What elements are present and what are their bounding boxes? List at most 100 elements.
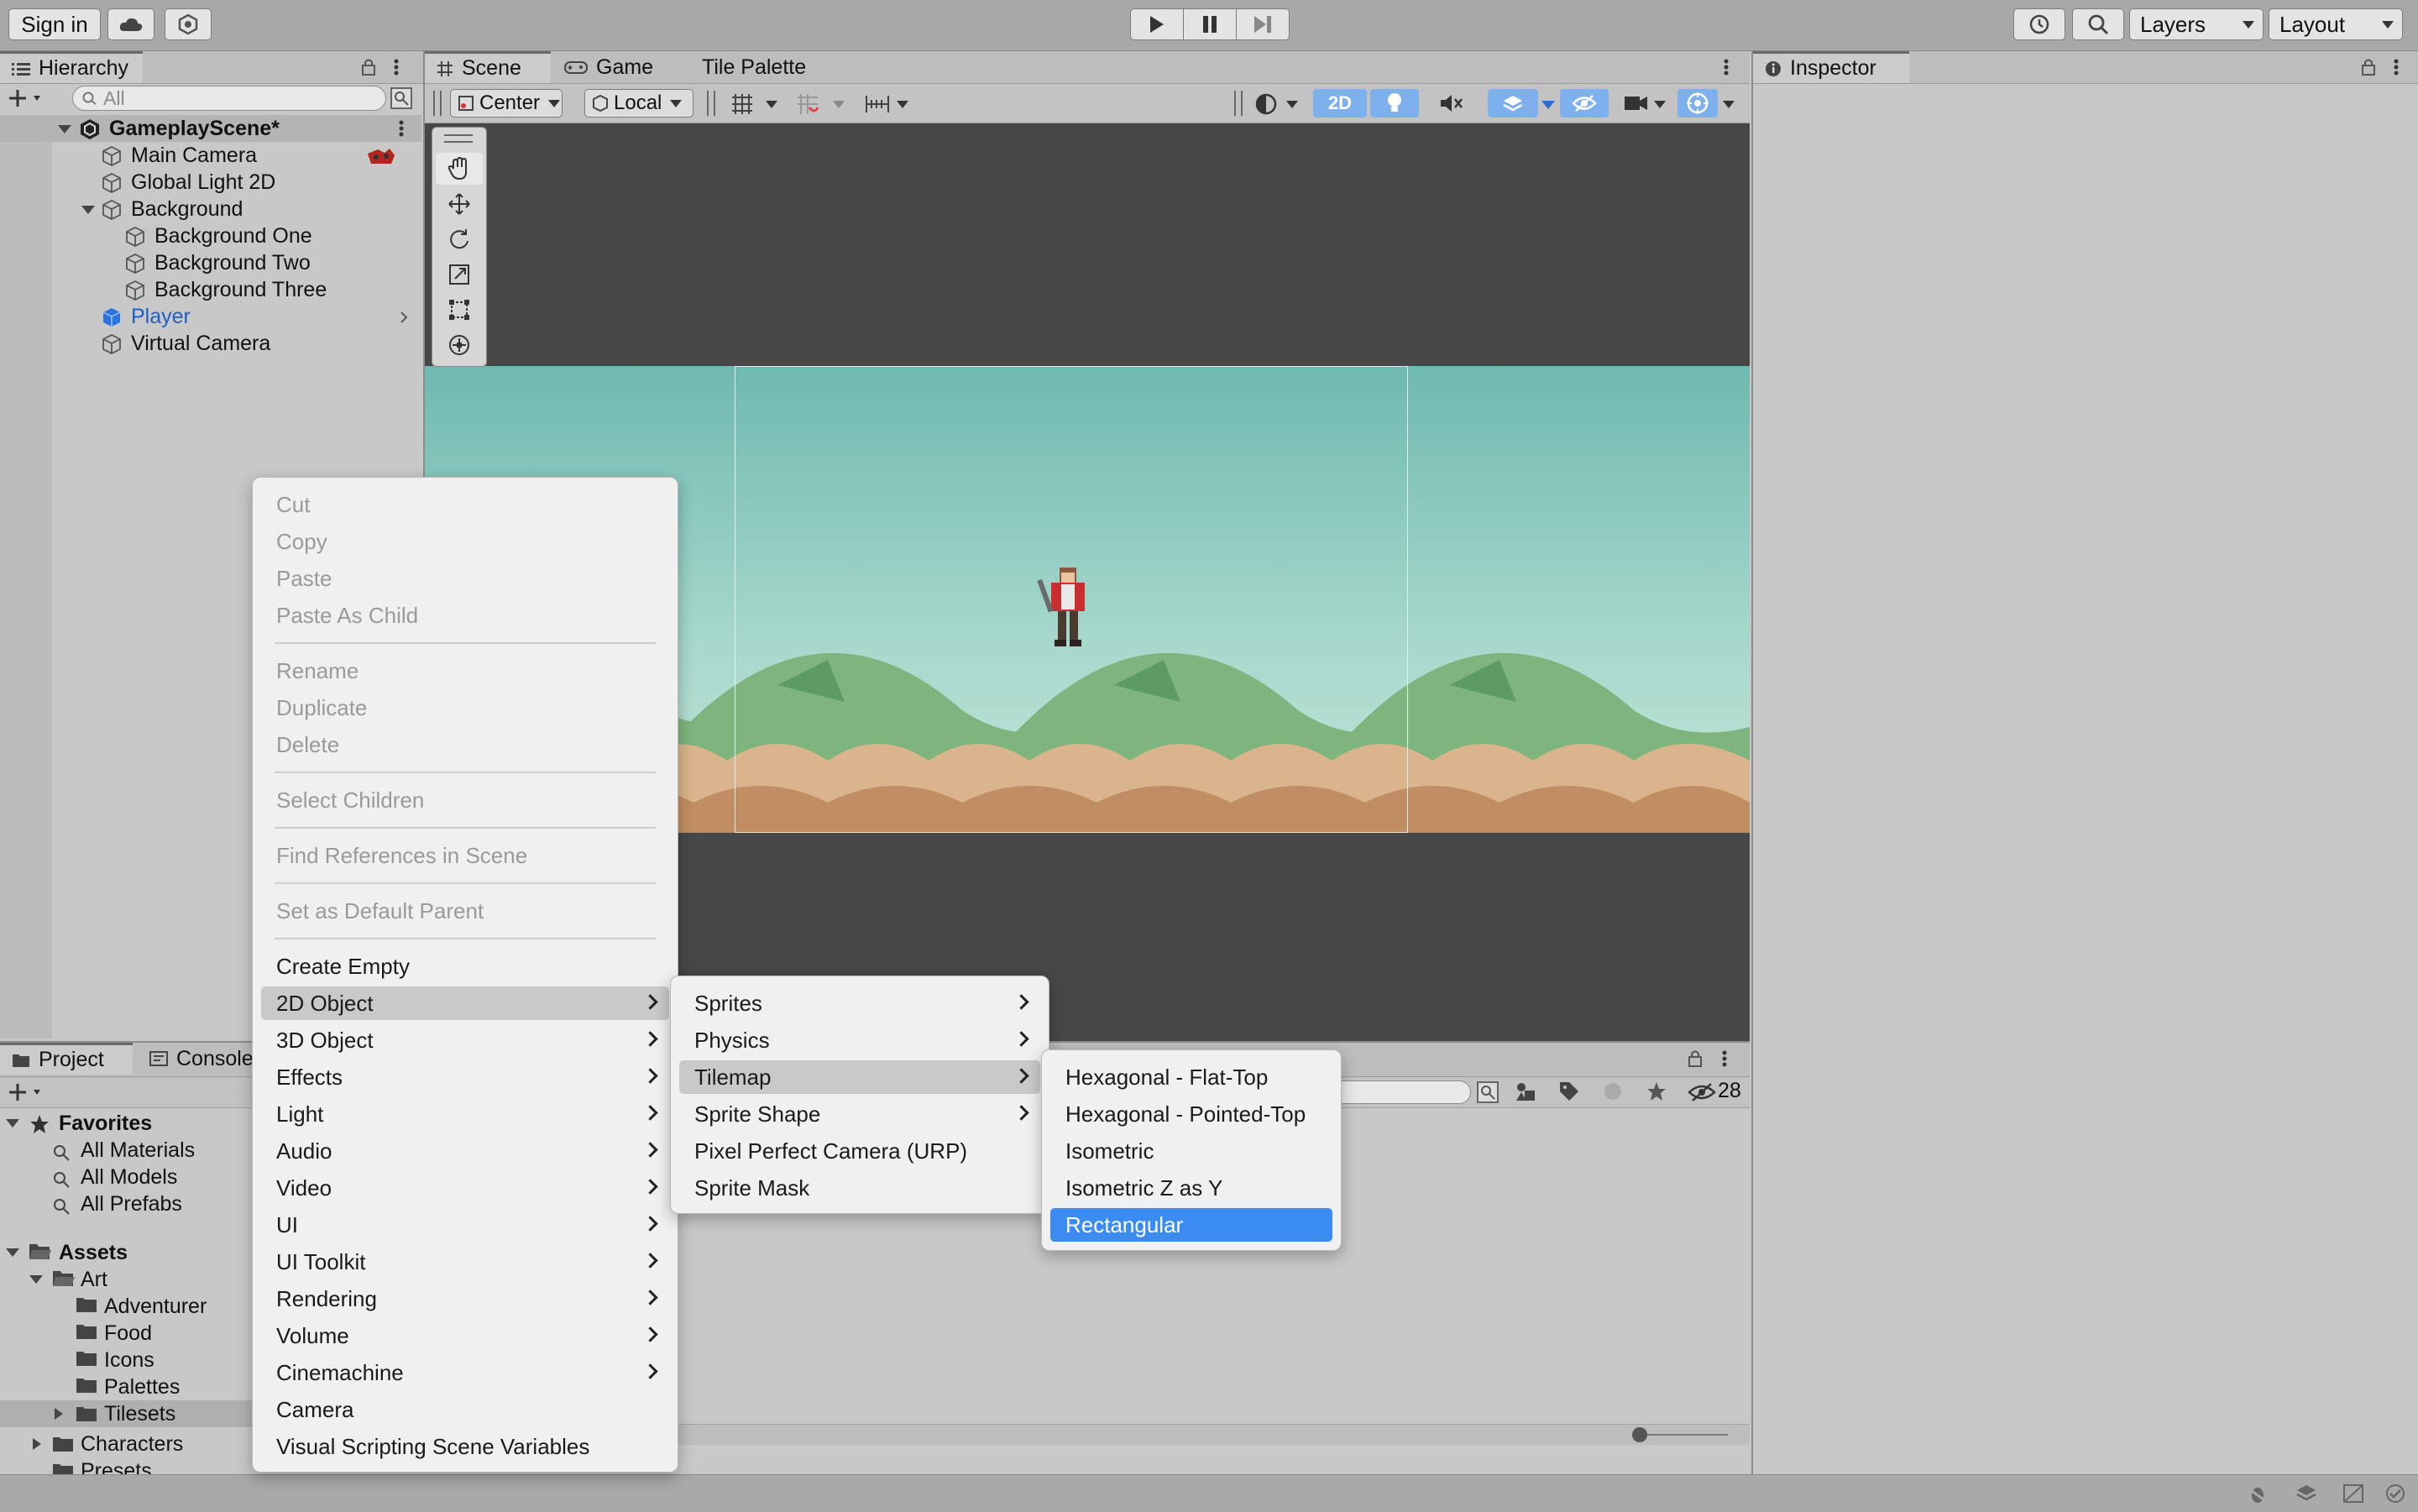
menu-item-video[interactable]: Video: [261, 1171, 669, 1205]
audio-muted-icon[interactable]: [1439, 92, 1464, 114]
favorite-item-label[interactable]: All Models: [81, 1165, 177, 1190]
chevron-down-icon[interactable]: [1541, 101, 1555, 109]
menu-item-cut[interactable]: Cut: [261, 488, 669, 521]
menu-item-ui-toolkit[interactable]: UI Toolkit: [261, 1245, 669, 1279]
triangle-down-icon[interactable]: [5, 1248, 20, 1258]
shading-mode-icon[interactable]: [1254, 92, 1278, 116]
menu-item-rectangular[interactable]: Rectangular: [1050, 1208, 1332, 1242]
menu-item-sprites[interactable]: Sprites: [679, 986, 1040, 1020]
grid-snap-disabled-icon[interactable]: [796, 92, 819, 116]
chevron-down-icon[interactable]: [1654, 101, 1666, 108]
hand-tool-button[interactable]: [436, 153, 483, 185]
step-button[interactable]: [1236, 8, 1290, 40]
hierarchy-item-global-light[interactable]: Global Light 2D: [0, 169, 421, 196]
folder-label[interactable]: Characters: [81, 1432, 183, 1457]
grid-snap-icon[interactable]: [730, 92, 754, 116]
tab-game[interactable]: Game: [552, 51, 687, 83]
art-folder-label[interactable]: Art: [81, 1268, 107, 1292]
hierarchy-search-field[interactable]: All: [72, 86, 386, 111]
search-type-icon[interactable]: [1476, 1080, 1499, 1104]
menu-item-find-references[interactable]: Find References in Scene: [261, 839, 669, 872]
hierarchy-item-player[interactable]: Player: [0, 303, 421, 330]
bug-icon[interactable]: [2247, 1483, 2269, 1504]
chevron-down-icon[interactable]: [766, 101, 777, 108]
lighting-toggle[interactable]: [1370, 89, 1419, 118]
more-options-icon[interactable]: [2393, 58, 2400, 76]
layers-stack-icon[interactable]: [2295, 1483, 2317, 1504]
menu-item-tilemap[interactable]: Tilemap: [679, 1060, 1040, 1094]
chevron-right-icon[interactable]: [400, 311, 408, 323]
move-tool-button[interactable]: [436, 188, 483, 220]
menu-item-2d-object[interactable]: 2D Object: [261, 986, 669, 1020]
tab-scene[interactable]: Scene: [425, 51, 551, 83]
menu-item-camera[interactable]: Camera: [261, 1393, 669, 1426]
menu-item-copy[interactable]: Copy: [261, 525, 669, 558]
scene-visibility-toggle[interactable]: [1560, 89, 1609, 118]
art-subfolder-label[interactable]: Icons: [104, 1348, 154, 1373]
menu-item-isometric[interactable]: Isometric: [1050, 1134, 1332, 1168]
menu-item-sprite-shape[interactable]: Sprite Shape: [679, 1097, 1040, 1131]
menu-item-create-empty[interactable]: Create Empty: [261, 950, 669, 983]
camera-gizmo-icon[interactable]: [364, 145, 398, 167]
hierarchy-item-background-three[interactable]: Background Three: [0, 276, 421, 303]
triangle-down-icon[interactable]: [5, 1118, 20, 1128]
pivot-center-dropdown[interactable]: Center: [450, 89, 563, 118]
triangle-down-icon[interactable]: [81, 205, 96, 215]
lock-icon[interactable]: [1688, 1049, 1703, 1068]
tilesets-row[interactable]: Tilesets: [0, 1400, 269, 1427]
tab-tile-palette[interactable]: Tile Palette: [690, 51, 858, 83]
favorite-item-label[interactable]: All Materials: [81, 1138, 195, 1163]
play-button[interactable]: [1130, 8, 1184, 40]
art-subfolder-label[interactable]: Food: [104, 1321, 152, 1346]
menu-item-isometric-z-as-y[interactable]: Isometric Z as Y: [1050, 1171, 1332, 1205]
more-options-icon[interactable]: [393, 58, 400, 76]
art-subfolder-label[interactable]: Palettes: [104, 1375, 180, 1400]
menu-item-rendering[interactable]: Rendering: [261, 1282, 669, 1316]
menu-item-ui[interactable]: UI: [261, 1208, 669, 1242]
tab-inspector[interactable]: Inspector: [1753, 51, 1909, 83]
chevron-down-icon[interactable]: [1723, 101, 1735, 108]
filter-by-log-icon[interactable]: [1602, 1080, 1624, 1102]
tab-project[interactable]: Project: [0, 1043, 133, 1075]
menu-item-hexagonal-flat-top[interactable]: Hexagonal - Flat-Top: [1050, 1060, 1332, 1094]
more-options-icon[interactable]: [398, 119, 405, 138]
triangle-right-icon[interactable]: [54, 1407, 64, 1420]
menu-item-cinemachine[interactable]: Cinemachine: [261, 1356, 669, 1389]
pause-button[interactable]: [1183, 8, 1237, 40]
favorite-star-icon[interactable]: [1646, 1080, 1667, 1102]
menu-item-delete[interactable]: Delete: [261, 728, 669, 761]
zoom-slider-thumb[interactable]: [1632, 1427, 1647, 1442]
menu-item-hexagonal-pointed-top[interactable]: Hexagonal - Pointed-Top: [1050, 1097, 1332, 1131]
increment-snap-icon[interactable]: [865, 94, 890, 114]
assets-label[interactable]: Assets: [59, 1241, 128, 1265]
menu-item-paste[interactable]: Paste: [261, 562, 669, 595]
add-asset-button[interactable]: [8, 1080, 45, 1104]
menu-item-rename[interactable]: Rename: [261, 654, 669, 688]
hierarchy-item-virtual-camera[interactable]: Virtual Camera: [0, 330, 421, 357]
chevron-down-icon[interactable]: [1286, 101, 1298, 108]
cloud-button[interactable]: [107, 8, 154, 40]
lock-icon[interactable]: [361, 58, 376, 76]
check-circle-icon[interactable]: [2384, 1483, 2406, 1504]
rotate-tool-button[interactable]: [436, 223, 483, 255]
lock-icon[interactable]: [2361, 58, 2376, 76]
menu-item-pixel-perfect-camera[interactable]: Pixel Perfect Camera (URP): [679, 1134, 1040, 1168]
filter-by-type-icon[interactable]: [1515, 1080, 1538, 1104]
menu-item-set-default-parent[interactable]: Set as Default Parent: [261, 894, 669, 928]
triangle-down-icon[interactable]: [57, 124, 72, 134]
toggle-2d-button[interactable]: 2D: [1313, 89, 1367, 118]
scene-row[interactable]: GameplayScene*: [0, 115, 421, 142]
more-options-icon[interactable]: [1723, 58, 1730, 76]
menu-item-select-children[interactable]: Select Children: [261, 783, 669, 817]
space-local-dropdown[interactable]: Local: [584, 89, 693, 118]
scene-camera-icon[interactable]: [1624, 94, 1649, 112]
more-options-icon[interactable]: [1721, 1049, 1728, 1068]
search-type-icon[interactable]: [390, 86, 413, 110]
chevron-down-icon[interactable]: [833, 101, 845, 108]
hierarchy-item-background[interactable]: Background: [0, 196, 421, 222]
menu-item-effects[interactable]: Effects: [261, 1060, 669, 1094]
menu-item-paste-as-child[interactable]: Paste As Child: [261, 599, 669, 632]
art-subfolder-label[interactable]: Adventurer: [104, 1295, 207, 1319]
chevron-down-icon[interactable]: [897, 101, 908, 108]
folder-label[interactable]: Presets: [81, 1459, 152, 1476]
